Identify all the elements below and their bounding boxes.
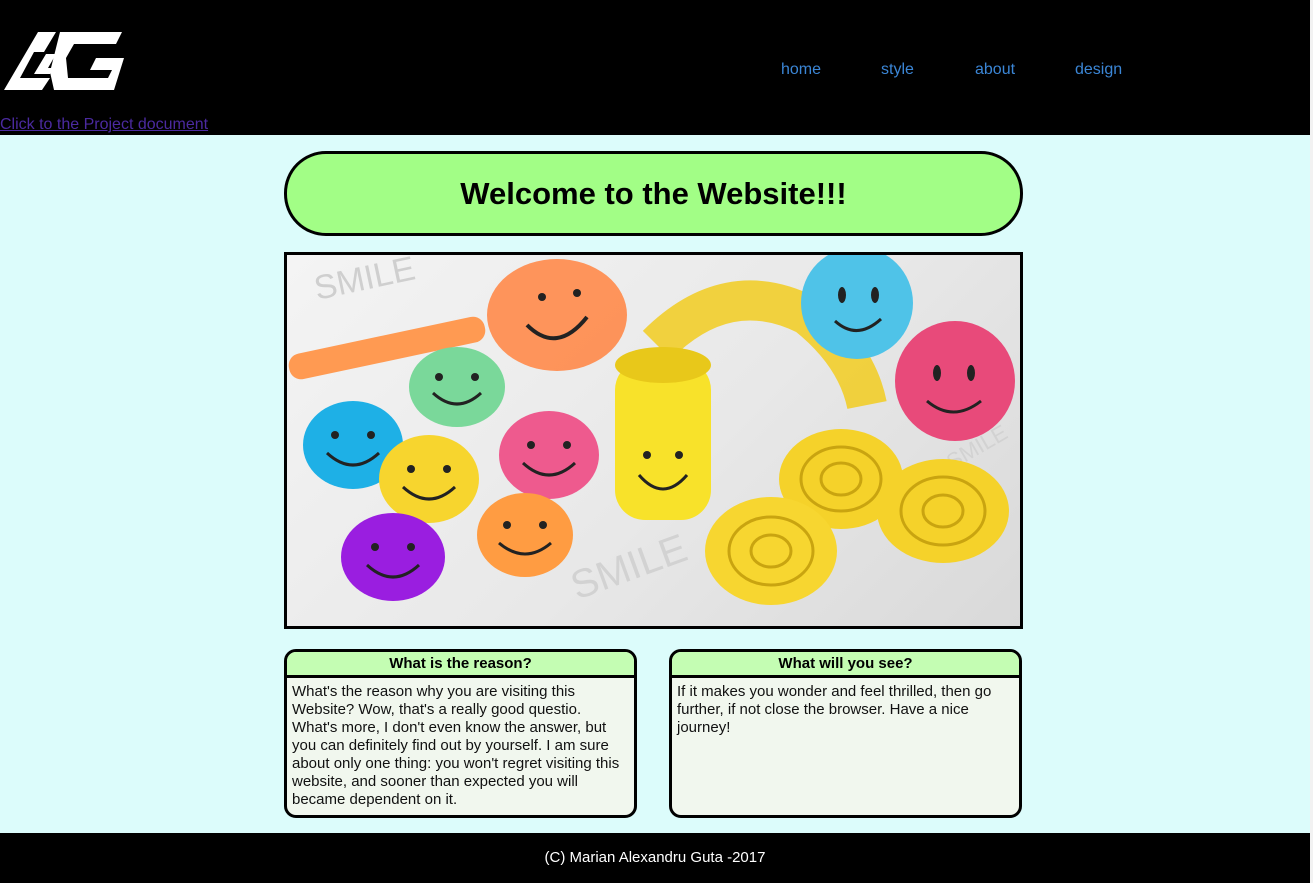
smiley-toys-image: SMILE SMILE SMILE: [288, 255, 1015, 608]
svg-text:SMILE: SMILE: [311, 255, 419, 308]
svg-text:SMILE: SMILE: [565, 526, 693, 608]
site-header: home style about design Click to the Pro…: [0, 0, 1310, 135]
nav-style-link[interactable]: style: [881, 61, 914, 79]
site-footer: (C) Marian Alexandru Guta -2017: [0, 833, 1310, 883]
see-box: What will you see? If it makes you wonde…: [669, 649, 1022, 818]
nav-about-link[interactable]: about: [975, 61, 1015, 79]
nav-design-link[interactable]: design: [1075, 61, 1122, 79]
reason-box-text: What's the reason why you are visiting t…: [292, 683, 620, 808]
reason-box: What is the reason? What's the reason wh…: [284, 649, 637, 818]
copyright-text: (C) Marian Alexandru Guta -2017: [544, 849, 766, 866]
reason-box-title: What is the reason?: [287, 652, 634, 678]
project-document-link[interactable]: Click to the Project document: [0, 116, 208, 134]
see-box-text: If it makes you wonder and feel thrilled…: [677, 683, 992, 736]
see-box-title: What will you see?: [672, 652, 1019, 678]
hero-image: SMILE SMILE SMILE: [284, 252, 1023, 629]
welcome-banner: Welcome to the Website!!!: [284, 151, 1023, 236]
nav-home-link[interactable]: home: [781, 61, 821, 79]
page-title: Welcome to the Website!!!: [460, 175, 847, 211]
main-nav: home style about design: [0, 61, 1310, 81]
